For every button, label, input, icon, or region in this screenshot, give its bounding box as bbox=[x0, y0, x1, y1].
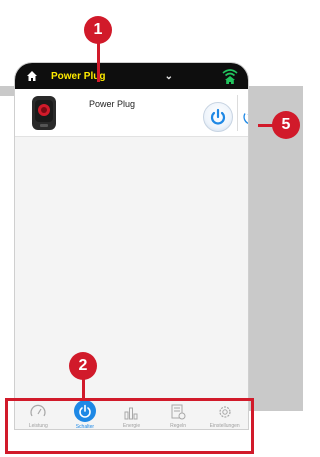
app-bar: Power Plug ⌄ bbox=[15, 63, 248, 89]
callout-1-leader bbox=[97, 40, 100, 82]
power-toggle-button[interactable] bbox=[203, 102, 233, 132]
power-plug-image bbox=[31, 95, 57, 131]
card-divider bbox=[237, 95, 238, 131]
wifi-home-icon[interactable] bbox=[222, 67, 238, 85]
timer-icon bbox=[243, 113, 248, 124]
callout-1: 1 bbox=[84, 16, 112, 44]
device-card[interactable]: Power Plug bbox=[15, 89, 248, 137]
highlight-frame bbox=[5, 398, 254, 454]
chevron-down-icon: ⌄ bbox=[164, 70, 173, 82]
callout-5: 5 bbox=[272, 111, 300, 139]
home-icon[interactable] bbox=[21, 63, 43, 89]
callout-2: 2 bbox=[69, 352, 97, 380]
power-icon bbox=[210, 108, 226, 125]
device-select[interactable]: Power Plug ⌄ bbox=[47, 66, 177, 86]
screenshot-stage: Power Plug ⌄ Power Plug Leistung Schalte… bbox=[0, 0, 303, 457]
device-name: Power Plug bbox=[89, 99, 136, 109]
timer-button[interactable] bbox=[241, 107, 248, 127]
phone-screen: Power Plug ⌄ Power Plug Leistung Schalte… bbox=[14, 62, 249, 430]
